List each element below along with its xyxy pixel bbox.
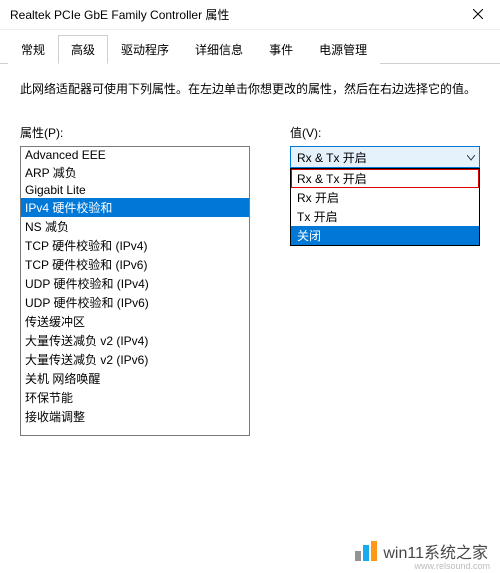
combobox-option[interactable]: Rx & Tx 开启: [291, 169, 479, 188]
watermark-text: win11系统之家: [383, 539, 488, 563]
list-item[interactable]: NS 减负: [21, 217, 249, 236]
list-item[interactable]: Advanced EEE: [21, 147, 249, 163]
list-item[interactable]: 传送缓冲区: [21, 312, 249, 331]
value-combobox[interactable]: Rx & Tx 开启 Rx & Tx 开启 Rx 开启 Tx 开启 关闭: [290, 146, 480, 168]
list-item[interactable]: 大量传送减负 v2 (IPv4): [21, 331, 249, 350]
watermark-url: www.relsound.com: [414, 561, 490, 571]
value-label: 值(V):: [290, 124, 480, 141]
tab-advanced[interactable]: 高级: [58, 35, 108, 64]
property-listbox[interactable]: Advanced EEE ARP 减负 Gigabit Lite IPv4 硬件…: [20, 146, 250, 436]
tab-power[interactable]: 电源管理: [306, 35, 380, 64]
list-item[interactable]: 关机 网络唤醒: [21, 369, 249, 388]
close-icon: [473, 8, 483, 22]
chevron-down-icon: [467, 150, 475, 164]
list-item[interactable]: IPv4 硬件校验和: [21, 198, 249, 217]
property-label: 属性(P):: [20, 124, 250, 141]
list-item[interactable]: 环保节能: [21, 388, 249, 407]
combobox-selected-text: Rx & Tx 开启: [297, 149, 367, 166]
combobox-option[interactable]: Rx 开启: [291, 188, 479, 207]
watermark-logo-icon: [355, 541, 377, 561]
description-text: 此网络适配器可使用下列属性。在左边单击你想更改的属性，然后在右边选择它的值。: [20, 79, 480, 99]
combobox-display[interactable]: Rx & Tx 开启: [290, 146, 480, 168]
tab-details[interactable]: 详细信息: [182, 35, 256, 64]
close-button[interactable]: [455, 0, 500, 30]
combobox-option[interactable]: 关闭: [291, 226, 479, 245]
tab-driver[interactable]: 驱动程序: [108, 35, 182, 64]
combobox-option[interactable]: Tx 开启: [291, 207, 479, 226]
watermark: win11系统之家: [355, 539, 488, 563]
list-item[interactable]: UDP 硬件校验和 (IPv4): [21, 274, 249, 293]
tab-events[interactable]: 事件: [256, 35, 306, 64]
list-item[interactable]: 大量传送减负 v2 (IPv6): [21, 350, 249, 369]
tabs-bar: 常规 高级 驱动程序 详细信息 事件 电源管理: [0, 30, 500, 64]
list-item[interactable]: UDP 硬件校验和 (IPv6): [21, 293, 249, 312]
list-item[interactable]: ARP 减负: [21, 163, 249, 182]
window-title: Realtek PCIe GbE Family Controller 属性: [10, 6, 229, 23]
tab-general[interactable]: 常规: [8, 35, 58, 64]
tab-content: 此网络适配器可使用下列属性。在左边单击你想更改的属性，然后在右边选择它的值。 属…: [0, 64, 500, 451]
combobox-dropdown: Rx & Tx 开启 Rx 开启 Tx 开启 关闭: [290, 168, 480, 246]
list-item[interactable]: TCP 硬件校验和 (IPv6): [21, 255, 249, 274]
list-item[interactable]: 接收端调整: [21, 407, 249, 426]
titlebar: Realtek PCIe GbE Family Controller 属性: [0, 0, 500, 30]
list-item[interactable]: TCP 硬件校验和 (IPv4): [21, 236, 249, 255]
list-item[interactable]: Gigabit Lite: [21, 182, 249, 198]
